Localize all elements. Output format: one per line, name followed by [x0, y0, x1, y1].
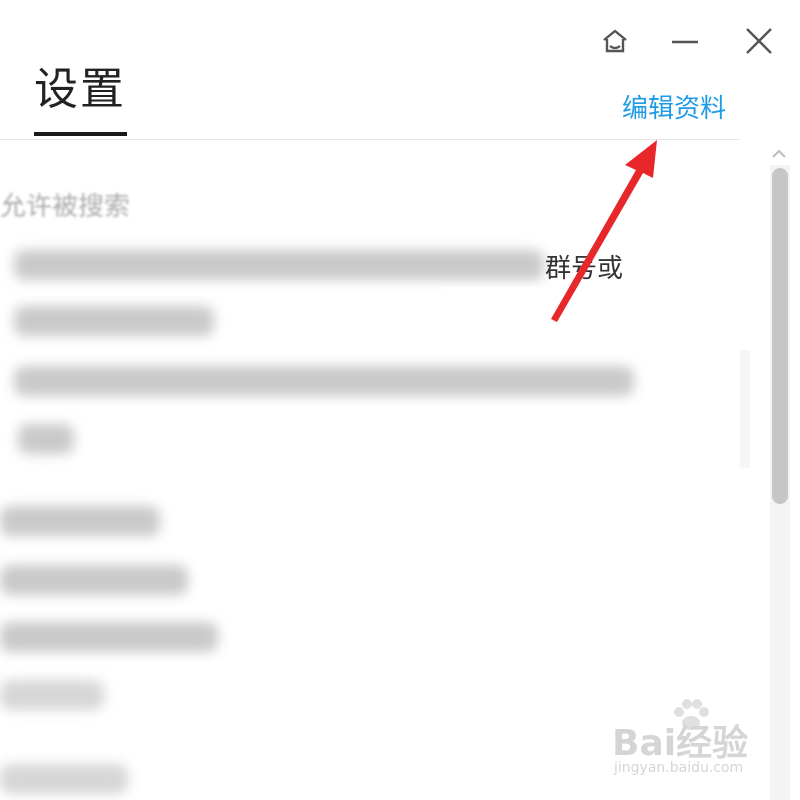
faint-panel	[740, 350, 750, 468]
close-icon	[746, 28, 772, 54]
chevron-up-icon	[772, 149, 786, 158]
edit-profile-link[interactable]: 编辑资料	[622, 88, 726, 125]
page-title: 设置	[34, 64, 126, 115]
watermark-brand: Bai经验	[612, 723, 749, 764]
blurred-text-line	[14, 366, 634, 396]
scroll-up-button[interactable]	[768, 143, 790, 165]
minimize-button[interactable]	[666, 22, 704, 60]
blurred-text-line	[14, 306, 214, 336]
baidu-jingyan-watermark: Bai经验 jingyan.baidu.com	[612, 699, 762, 790]
title-underline	[34, 132, 127, 136]
blurred-option-row[interactable]	[0, 764, 128, 794]
skin-button[interactable]	[596, 22, 634, 60]
white-patch	[442, 287, 547, 350]
header-divider	[0, 139, 740, 140]
blurred-option-row[interactable]	[0, 565, 188, 595]
option-text-suffix: 群号或	[545, 254, 624, 284]
blurred-option-row[interactable]	[0, 506, 160, 536]
close-button[interactable]	[740, 22, 778, 60]
blurred-text-line	[14, 250, 544, 280]
scrollbar-thumb[interactable]	[772, 168, 788, 504]
skin-house-icon	[603, 29, 627, 53]
section-heading: 允许被搜索	[0, 192, 131, 222]
blurred-option-row[interactable]	[0, 680, 104, 710]
watermark-url: jingyan.baidu.com	[614, 760, 744, 776]
minimize-icon	[672, 40, 698, 44]
blurred-text-line	[18, 424, 74, 454]
blurred-option-row[interactable]	[0, 622, 218, 652]
